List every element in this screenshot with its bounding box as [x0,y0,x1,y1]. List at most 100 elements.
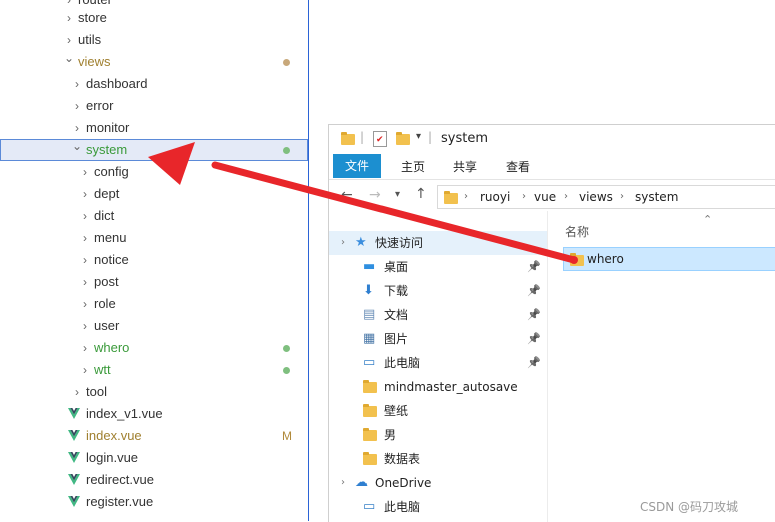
pane-divider[interactable] [547,211,548,522]
chevron-right-icon: › [522,191,526,202]
star-icon: ★ [355,235,367,250]
tree-folder-error[interactable]: › error [0,95,308,117]
tree-item-label: index_v1.vue [86,406,163,421]
tree-item-label: user [94,318,120,333]
tree-folder-utils[interactable]: › utils [0,29,308,51]
nav-item-label: 壁纸 [384,404,409,418]
tree-item-label: wtt [94,362,111,377]
back-arrow-icon[interactable]: ← [341,187,353,203]
pin-icon[interactable]: 📌 [527,327,541,351]
nav-item[interactable]: ☁ OneDrive › [329,471,547,495]
cloud-icon: ☁ [355,475,368,490]
chevron-right-icon: › [83,363,87,377]
folder-icon [341,132,355,145]
properties-icon[interactable]: ✔ [373,131,387,147]
column-header-name[interactable]: 名称 [565,223,589,240]
tree-folder-dashboard[interactable]: › dashboard [0,73,308,95]
tree-folder-notice[interactable]: › notice [0,249,308,271]
computer-icon: ▭ [363,355,376,370]
quick-access-dropdown-icon[interactable]: ▾ [416,131,421,142]
address-bar[interactable]: › ruoyi › vue › views › system [437,185,775,209]
tree-file-login-vue[interactable]: login.vue [0,447,308,469]
vue-file-icon [68,452,80,463]
tree-folder-menu[interactable]: › menu [0,227,308,249]
tree-item-label: store [78,10,107,25]
tree-folder-dept[interactable]: › dept [0,183,308,205]
vue-file-icon [68,408,80,419]
nav-item[interactable]: 数据表 [329,447,547,471]
nav-item-label: 文档 [384,308,409,322]
nav-item[interactable]: ▦ 图片 📌 [329,327,547,351]
explorer-titlebar: | ✔ ▾ | system [329,125,775,153]
chevron-right-icon: › [83,275,87,289]
chevron-right-icon: › [83,231,87,245]
tree-file-register-vue[interactable]: register.vue [0,491,308,513]
tree-folder-user[interactable]: › user [0,315,308,337]
tab-share[interactable]: 共享 [441,156,489,178]
tree-item-label: whero [94,340,130,355]
breadcrumb-views[interactable]: views [579,186,613,208]
git-status-dot [283,345,290,352]
tab-view[interactable]: 查看 [494,156,542,178]
tree-item-label: register.vue [86,494,154,509]
nav-item-label: 图片 [384,332,409,346]
pin-icon[interactable]: 📌 [527,303,541,327]
tree-folder-config[interactable]: › config [0,161,308,183]
sort-up-icon: ⌃ [703,213,713,226]
nav-item[interactable]: ★ 快速访问 › [329,231,547,255]
tab-file[interactable]: 文件 [333,154,382,178]
up-arrow-icon[interactable]: ↑ [415,186,427,202]
divider: | [428,130,433,144]
nav-item[interactable]: ▭ 此电脑 [329,495,547,519]
address-row: ← → ▾ ↑ › ruoyi › vue › views › system [329,183,775,211]
computer-icon: ▭ [363,499,376,514]
nav-item[interactable]: ▤ 文档 📌 [329,303,547,327]
list-item[interactable]: whero [563,247,775,271]
chevron-right-icon[interactable]: › [341,231,345,255]
chevron-right-icon: › [83,341,87,355]
folder-icon [363,380,377,393]
pin-icon[interactable]: 📌 [527,351,541,375]
nav-item-label: 此电脑 [384,356,421,370]
folder-icon [444,191,458,204]
nav-item[interactable]: mindmaster_autosave [329,375,547,399]
tree-folder-dict[interactable]: › dict [0,205,308,227]
tab-home[interactable]: 主页 [389,156,437,178]
tree-folder-role[interactable]: › role [0,293,308,315]
pin-icon[interactable]: 📌 [527,255,541,279]
nav-item-label: 下载 [384,284,409,298]
breadcrumb-ruoyi[interactable]: ruoyi [480,186,510,208]
tree-folder-wtt[interactable]: › wtt [0,359,308,381]
tree-folder-system[interactable]: ⌄ system [0,139,308,161]
pin-icon[interactable]: 📌 [527,279,541,303]
chevron-right-icon: › [620,191,624,202]
tree-item-label: index.vue [86,428,142,443]
chevron-right-icon: › [75,77,79,91]
nav-item[interactable]: ⬇ 下载 📌 [329,279,547,303]
chevron-right-icon: › [464,191,468,202]
tree-folder-whero[interactable]: › whero [0,337,308,359]
nav-item-label: mindmaster_autosave [384,380,518,394]
chevron-right-icon[interactable]: › [341,471,345,495]
tree-folder-monitor[interactable]: › monitor [0,117,308,139]
nav-item-label: 快速访问 [375,236,424,250]
recent-locations-icon[interactable]: ▾ [395,189,400,200]
forward-arrow-icon[interactable]: → [369,187,381,203]
nav-item[interactable]: 男 [329,423,547,447]
nav-item[interactable]: ▭ 此电脑 📌 [329,351,547,375]
tree-file-redirect-vue[interactable]: redirect.vue [0,469,308,491]
breadcrumb-vue[interactable]: vue [534,186,556,208]
new-folder-icon[interactable] [396,132,410,145]
tree-folder-store[interactable]: › store [0,7,308,29]
tree-folder-tool[interactable]: › tool [0,381,308,403]
breadcrumb-system[interactable]: system [635,186,678,208]
tree-file-index_v1-vue[interactable]: index_v1.vue [0,403,308,425]
nav-item[interactable]: 壁纸 [329,399,547,423]
tree-folder-post[interactable]: › post [0,271,308,293]
tree-item-label: system [86,142,128,157]
tree-file-index-vue[interactable]: index.vue M [0,425,308,447]
tree-item-label: notice [94,252,129,267]
nav-item[interactable]: ▬ 桌面 📌 [329,255,547,279]
tree-folder-views[interactable]: ⌄ views [0,51,308,73]
watermark: CSDN @码刀攻城 [640,500,739,514]
